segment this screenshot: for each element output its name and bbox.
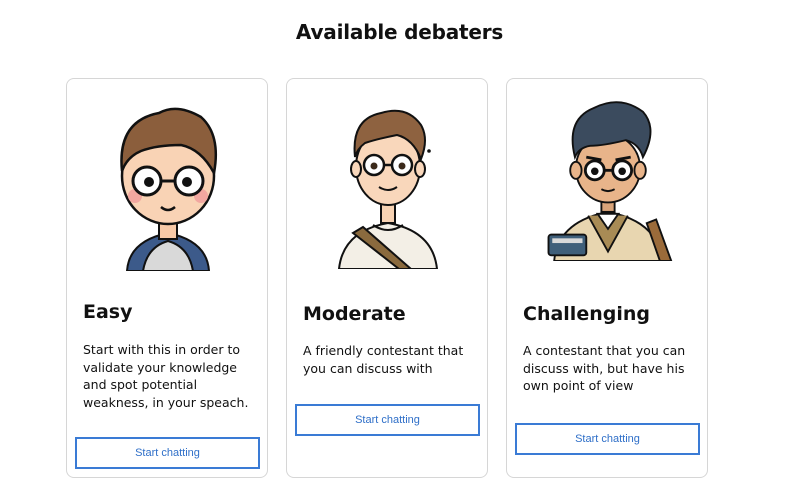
- debater-card-moderate: Moderate A friendly contestant that you …: [286, 78, 488, 478]
- start-chatting-easy-button[interactable]: Start chatting: [75, 437, 260, 469]
- debater-card-challenging: Challenging A contestant that you can di…: [506, 78, 708, 478]
- card-description-moderate: A friendly contestant that you can discu…: [303, 343, 464, 376]
- card-title-easy: Easy: [83, 301, 133, 323]
- card-description-easy: Start with this in order to validate you…: [83, 342, 249, 410]
- card-title-challenging: Challenging: [523, 303, 650, 325]
- page-title: Available debaters: [295, 20, 504, 44]
- start-chatting-moderate-button[interactable]: Start chatting: [295, 404, 480, 436]
- challenging-debater-avatar: [547, 101, 673, 261]
- debater-card-easy: Easy Start with this in order to validat…: [66, 78, 268, 478]
- moderate-debater-avatar: [337, 109, 439, 269]
- card-title-moderate: Moderate: [303, 303, 406, 325]
- start-chatting-challenging-button[interactable]: Start chatting: [515, 423, 700, 455]
- card-description-challenging: A contestant that you can discuss with, …: [523, 343, 686, 393]
- easy-debater-avatar: [120, 107, 218, 271]
